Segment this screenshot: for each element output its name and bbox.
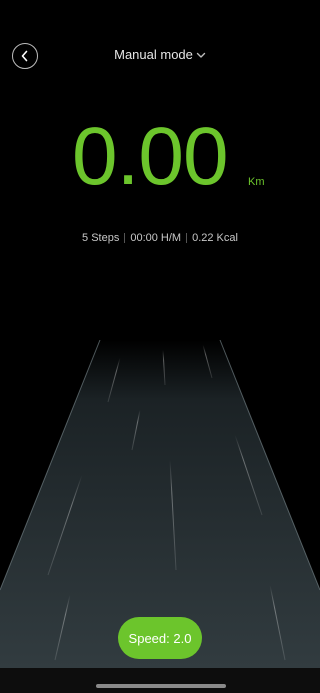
time-stat: 00:00 H/M	[130, 232, 182, 244]
stat-divider	[124, 233, 126, 243]
calories-stat: 0.22 Kcal	[192, 232, 238, 244]
steps-stat: 5 Steps	[82, 232, 120, 244]
distance-display: 0.00 Km	[0, 112, 320, 202]
chevron-down-icon	[196, 47, 206, 62]
speed-button[interactable]: Speed: 2.0	[118, 617, 202, 659]
stat-divider	[186, 233, 188, 243]
home-indicator[interactable]	[96, 684, 226, 688]
treadmill-screen: Manual mode 0.00 Km 5 Steps 00:00 H/M 0.…	[0, 0, 320, 693]
mode-selector[interactable]: Manual mode	[0, 44, 320, 64]
distance-unit: Km	[248, 176, 265, 188]
speed-label: Speed: 2.0	[128, 630, 192, 646]
stats-row: 5 Steps 00:00 H/M 0.22 Kcal	[0, 232, 320, 244]
distance-value: 0.00	[72, 111, 229, 202]
bottom-bar	[0, 668, 320, 693]
mode-label: Manual mode	[114, 46, 193, 62]
